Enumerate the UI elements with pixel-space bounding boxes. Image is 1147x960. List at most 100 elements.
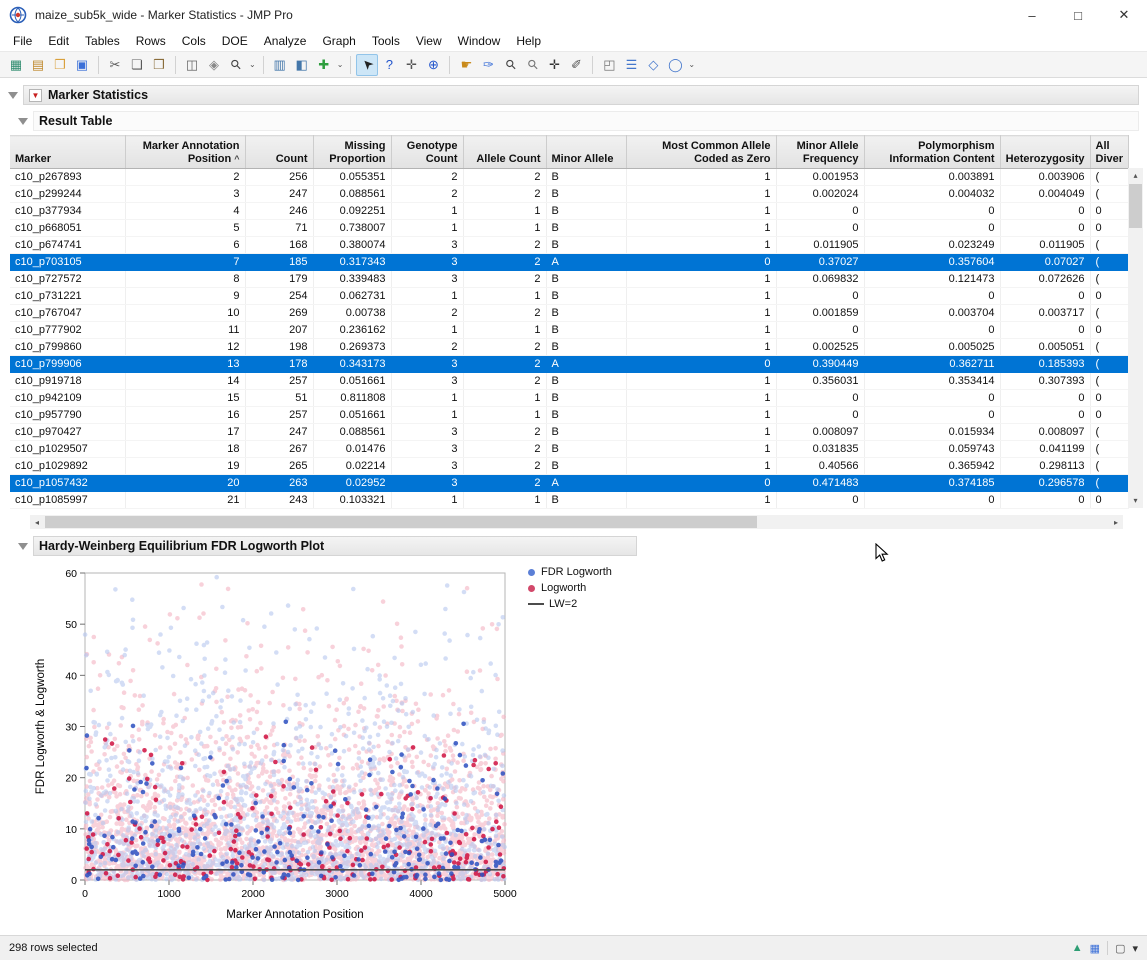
red-triangle-menu-icon[interactable]: ▼ [29,89,42,102]
table-row[interactable]: c10_p1085997212430.10332111B10000 [10,492,1128,509]
menu-rows[interactable]: Rows [128,32,174,50]
hw-fdr-logworth-plot[interactable]: 0100020003000400050000102030405060Marker… [30,558,520,930]
table-row[interactable]: c10_p26789322560.05535122B10.0019530.003… [10,169,1128,186]
column-header-genotype_count[interactable]: GenotypeCount [391,136,463,169]
menu-doe[interactable]: DOE [214,32,256,50]
column-header-mca_zero[interactable]: Most Common AlleleCoded as Zero [626,136,776,169]
menu-analyze[interactable]: Analyze [256,32,315,50]
table-row[interactable]: c10_p799860121980.26937322B10.0025250.00… [10,339,1128,356]
oval-annotate-icon[interactable]: ◯ [664,54,686,76]
scroll-down-arrow-icon[interactable]: ▾ [1128,493,1143,508]
table-row[interactable]: c10_p70310571850.31734332A00.370270.3576… [10,254,1128,271]
column-header-marker[interactable]: Marker [10,136,125,169]
title-bar: maize_sub5k_wide - Marker Statistics - J… [0,0,1147,30]
crosshair-tool-icon[interactable]: ✛ [543,54,565,76]
vertical-scroll-thumb[interactable] [1129,184,1142,228]
column-header-minor_allele[interactable]: Minor Allele [546,136,626,169]
toolbar-dropdown-caret-icon[interactable]: ⌄ [688,60,695,69]
result-table-title: Result Table [39,114,112,128]
data-grid-icon[interactable]: ▦ [1090,942,1100,955]
line-annotate-icon[interactable]: ☰ [620,54,642,76]
menu-tools[interactable]: Tools [364,32,408,50]
magnifier-tool-icon[interactable]: ⚲ [499,54,521,76]
table-row[interactable]: c10_p94210915510.81180811B10000 [10,390,1128,407]
column-header-maf[interactable]: Minor AlleleFrequency [776,136,864,169]
disclosure-triangle-icon[interactable] [8,92,18,99]
column-header-position[interactable]: Marker AnnotationPosition^ [125,136,245,169]
table-row[interactable]: c10_p777902112070.23616211B10000 [10,322,1128,339]
data-table-icon[interactable]: ▥ [269,54,291,76]
new-data-table-icon[interactable]: ▦ [5,54,27,76]
distribution-icon[interactable]: ◧ [291,54,313,76]
paste-icon[interactable]: ❒ [148,54,170,76]
menu-tables[interactable]: Tables [77,32,128,50]
table-row[interactable]: c10_p767047102690.0073822B10.0018590.003… [10,305,1128,322]
menu-edit[interactable]: Edit [40,32,77,50]
scroll-left-arrow-icon[interactable]: ◂ [30,515,44,529]
column-header-missing[interactable]: MissingProportion [313,136,391,169]
table-row[interactable]: c10_p73122192540.06273111B10000 [10,288,1128,305]
legend-label: LW=2 [549,598,577,610]
table-row[interactable]: c10_p970427172470.08856132B10.0080970.01… [10,424,1128,441]
open-icon[interactable]: ❐ [49,54,71,76]
table-row[interactable]: c10_p799906131780.34317332A00.3904490.36… [10,356,1128,373]
new-column-icon[interactable]: ✚ [313,54,335,76]
grabber-tool-icon[interactable]: ☛ [455,54,477,76]
table-row[interactable]: c10_p919718142570.05166132B10.3560310.35… [10,373,1128,390]
annotate-tool-icon[interactable]: ◰ [598,54,620,76]
table-row[interactable]: c10_p6680515710.73800711B10000 [10,220,1128,237]
menu-window[interactable]: Window [450,32,509,50]
new-journal-icon[interactable]: ▤ [27,54,49,76]
layout-icon[interactable]: ◫ [181,54,203,76]
brush-tool-icon[interactable]: ✑ [477,54,499,76]
globe-tool-icon[interactable]: ⊕ [422,54,444,76]
column-header-allele_count[interactable]: Allele Count [463,136,546,169]
cut-icon[interactable]: ✂ [104,54,126,76]
save-icon[interactable]: ▣ [71,54,93,76]
lasso-tool-icon[interactable]: ✐ [565,54,587,76]
table-row[interactable]: c10_p957790162570.05166111B10000 [10,407,1128,424]
search-icon[interactable]: ⚲ [225,54,247,76]
window-box-icon[interactable]: ▢ [1115,942,1125,955]
menu-file[interactable]: File [5,32,40,50]
toolbar-dropdown-caret-icon[interactable]: ⌄ [249,60,256,69]
table-row[interactable]: c10_p1029507182670.0147632B10.0318350.05… [10,441,1128,458]
close-button[interactable]: ✕ [1101,0,1147,30]
help-tool-icon[interactable]: ? [378,54,400,76]
status-dropdown-icon[interactable]: ▾ [1132,942,1138,955]
menu-view[interactable]: View [408,32,450,50]
arrow-tool-icon[interactable]: ➤ [356,54,378,76]
zoom-out-tool-icon[interactable]: ⚲ [521,54,543,76]
legend-item-logworth[interactable]: Logworth [528,580,612,596]
legend-item-fdr-logworth[interactable]: FDR Logworth [528,564,612,580]
menu-help[interactable]: Help [508,32,549,50]
table-row[interactable]: c10_p37793442460.09225111B10000 [10,203,1128,220]
scroll-up-icon[interactable]: ▲ [1072,942,1083,954]
table-row[interactable]: c10_p29924432470.08856122B10.0020240.004… [10,186,1128,203]
scroll-up-arrow-icon[interactable]: ▴ [1128,168,1143,183]
legend-item-lw-2[interactable]: LW=2 [528,596,612,612]
column-header-heterozygosity[interactable]: Heterozygosity [1000,136,1090,169]
lock-icon[interactable]: ◈ [203,54,225,76]
table-row[interactable]: c10_p67474161680.38007432B10.0119050.023… [10,237,1128,254]
shape-annotate-icon[interactable]: ◇ [642,54,664,76]
horizontal-scroll-thumb[interactable] [45,516,757,528]
scroll-right-arrow-icon[interactable]: ▸ [1109,515,1123,529]
disclosure-triangle-icon[interactable] [18,543,28,550]
minimize-button[interactable]: – [1009,0,1055,30]
table-vertical-scrollbar[interactable]: ▴ ▾ [1128,168,1143,508]
table-row[interactable]: c10_p72757281790.33948332B10.0698320.121… [10,271,1128,288]
column-header-clipped[interactable]: AllDiver [1090,136,1128,169]
table-row[interactable]: c10_p1057432202630.0295232A00.4714830.37… [10,475,1128,492]
copy-icon[interactable]: ❏ [126,54,148,76]
column-header-pic[interactable]: PolymorphismInformation Content [864,136,1000,169]
column-header-count[interactable]: Count [245,136,313,169]
table-horizontal-scrollbar[interactable]: ◂ ▸ [30,515,1123,529]
maximize-button[interactable]: □ [1055,0,1101,30]
menu-graph[interactable]: Graph [314,32,363,50]
toolbar-dropdown-caret-icon[interactable]: ⌄ [337,60,344,69]
menu-cols[interactable]: Cols [174,32,214,50]
move-tool-icon[interactable]: ✛ [400,54,422,76]
disclosure-triangle-icon[interactable] [18,118,28,125]
table-row[interactable]: c10_p1029892192650.0221432B10.405660.365… [10,458,1128,475]
